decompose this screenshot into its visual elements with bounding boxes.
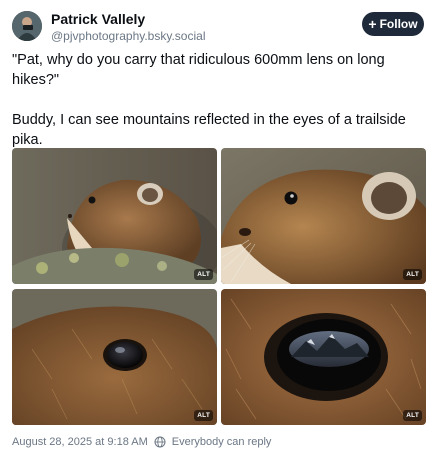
post-image-1[interactable]: ALT: [12, 148, 217, 284]
pika-photo-1: [12, 148, 217, 284]
author-handle[interactable]: @pjvphotography.bsky.social: [51, 29, 205, 43]
author-display-name[interactable]: Patrick Vallely: [51, 11, 145, 27]
reply-setting: Everybody can reply: [171, 436, 272, 448]
post-text: "Pat, why do you carry that ridiculous 6…: [12, 50, 422, 150]
alt-badge[interactable]: ALT: [194, 410, 213, 421]
follow-button[interactable]: + Follow: [362, 12, 424, 36]
alt-badge[interactable]: ALT: [403, 410, 422, 421]
pika-photo-3: [12, 289, 217, 425]
follow-button-label: Follow: [379, 17, 418, 31]
post-image-2[interactable]: ALT: [221, 148, 426, 284]
globe-icon: [154, 436, 166, 448]
post-image-4[interactable]: ALT: [221, 289, 426, 425]
post-card: Patrick Vallely @pjvphotography.bsky.soc…: [0, 0, 436, 458]
post-footer: August 28, 2025 at 9:18 AM Everybody can…: [12, 436, 271, 448]
pika-photo-2: [221, 148, 426, 284]
alt-badge[interactable]: ALT: [403, 269, 422, 280]
post-image-3[interactable]: ALT: [12, 289, 217, 425]
pika-photo-4: [221, 289, 426, 425]
plus-icon: +: [368, 16, 377, 32]
avatar[interactable]: [12, 11, 42, 41]
alt-badge[interactable]: ALT: [194, 269, 213, 280]
post-paragraph-1: "Pat, why do you carry that ridiculous 6…: [12, 52, 385, 88]
post-paragraph-2: Buddy, I can see mountains reflected in …: [12, 112, 406, 148]
post-timestamp[interactable]: August 28, 2025 at 9:18 AM: [12, 436, 148, 448]
